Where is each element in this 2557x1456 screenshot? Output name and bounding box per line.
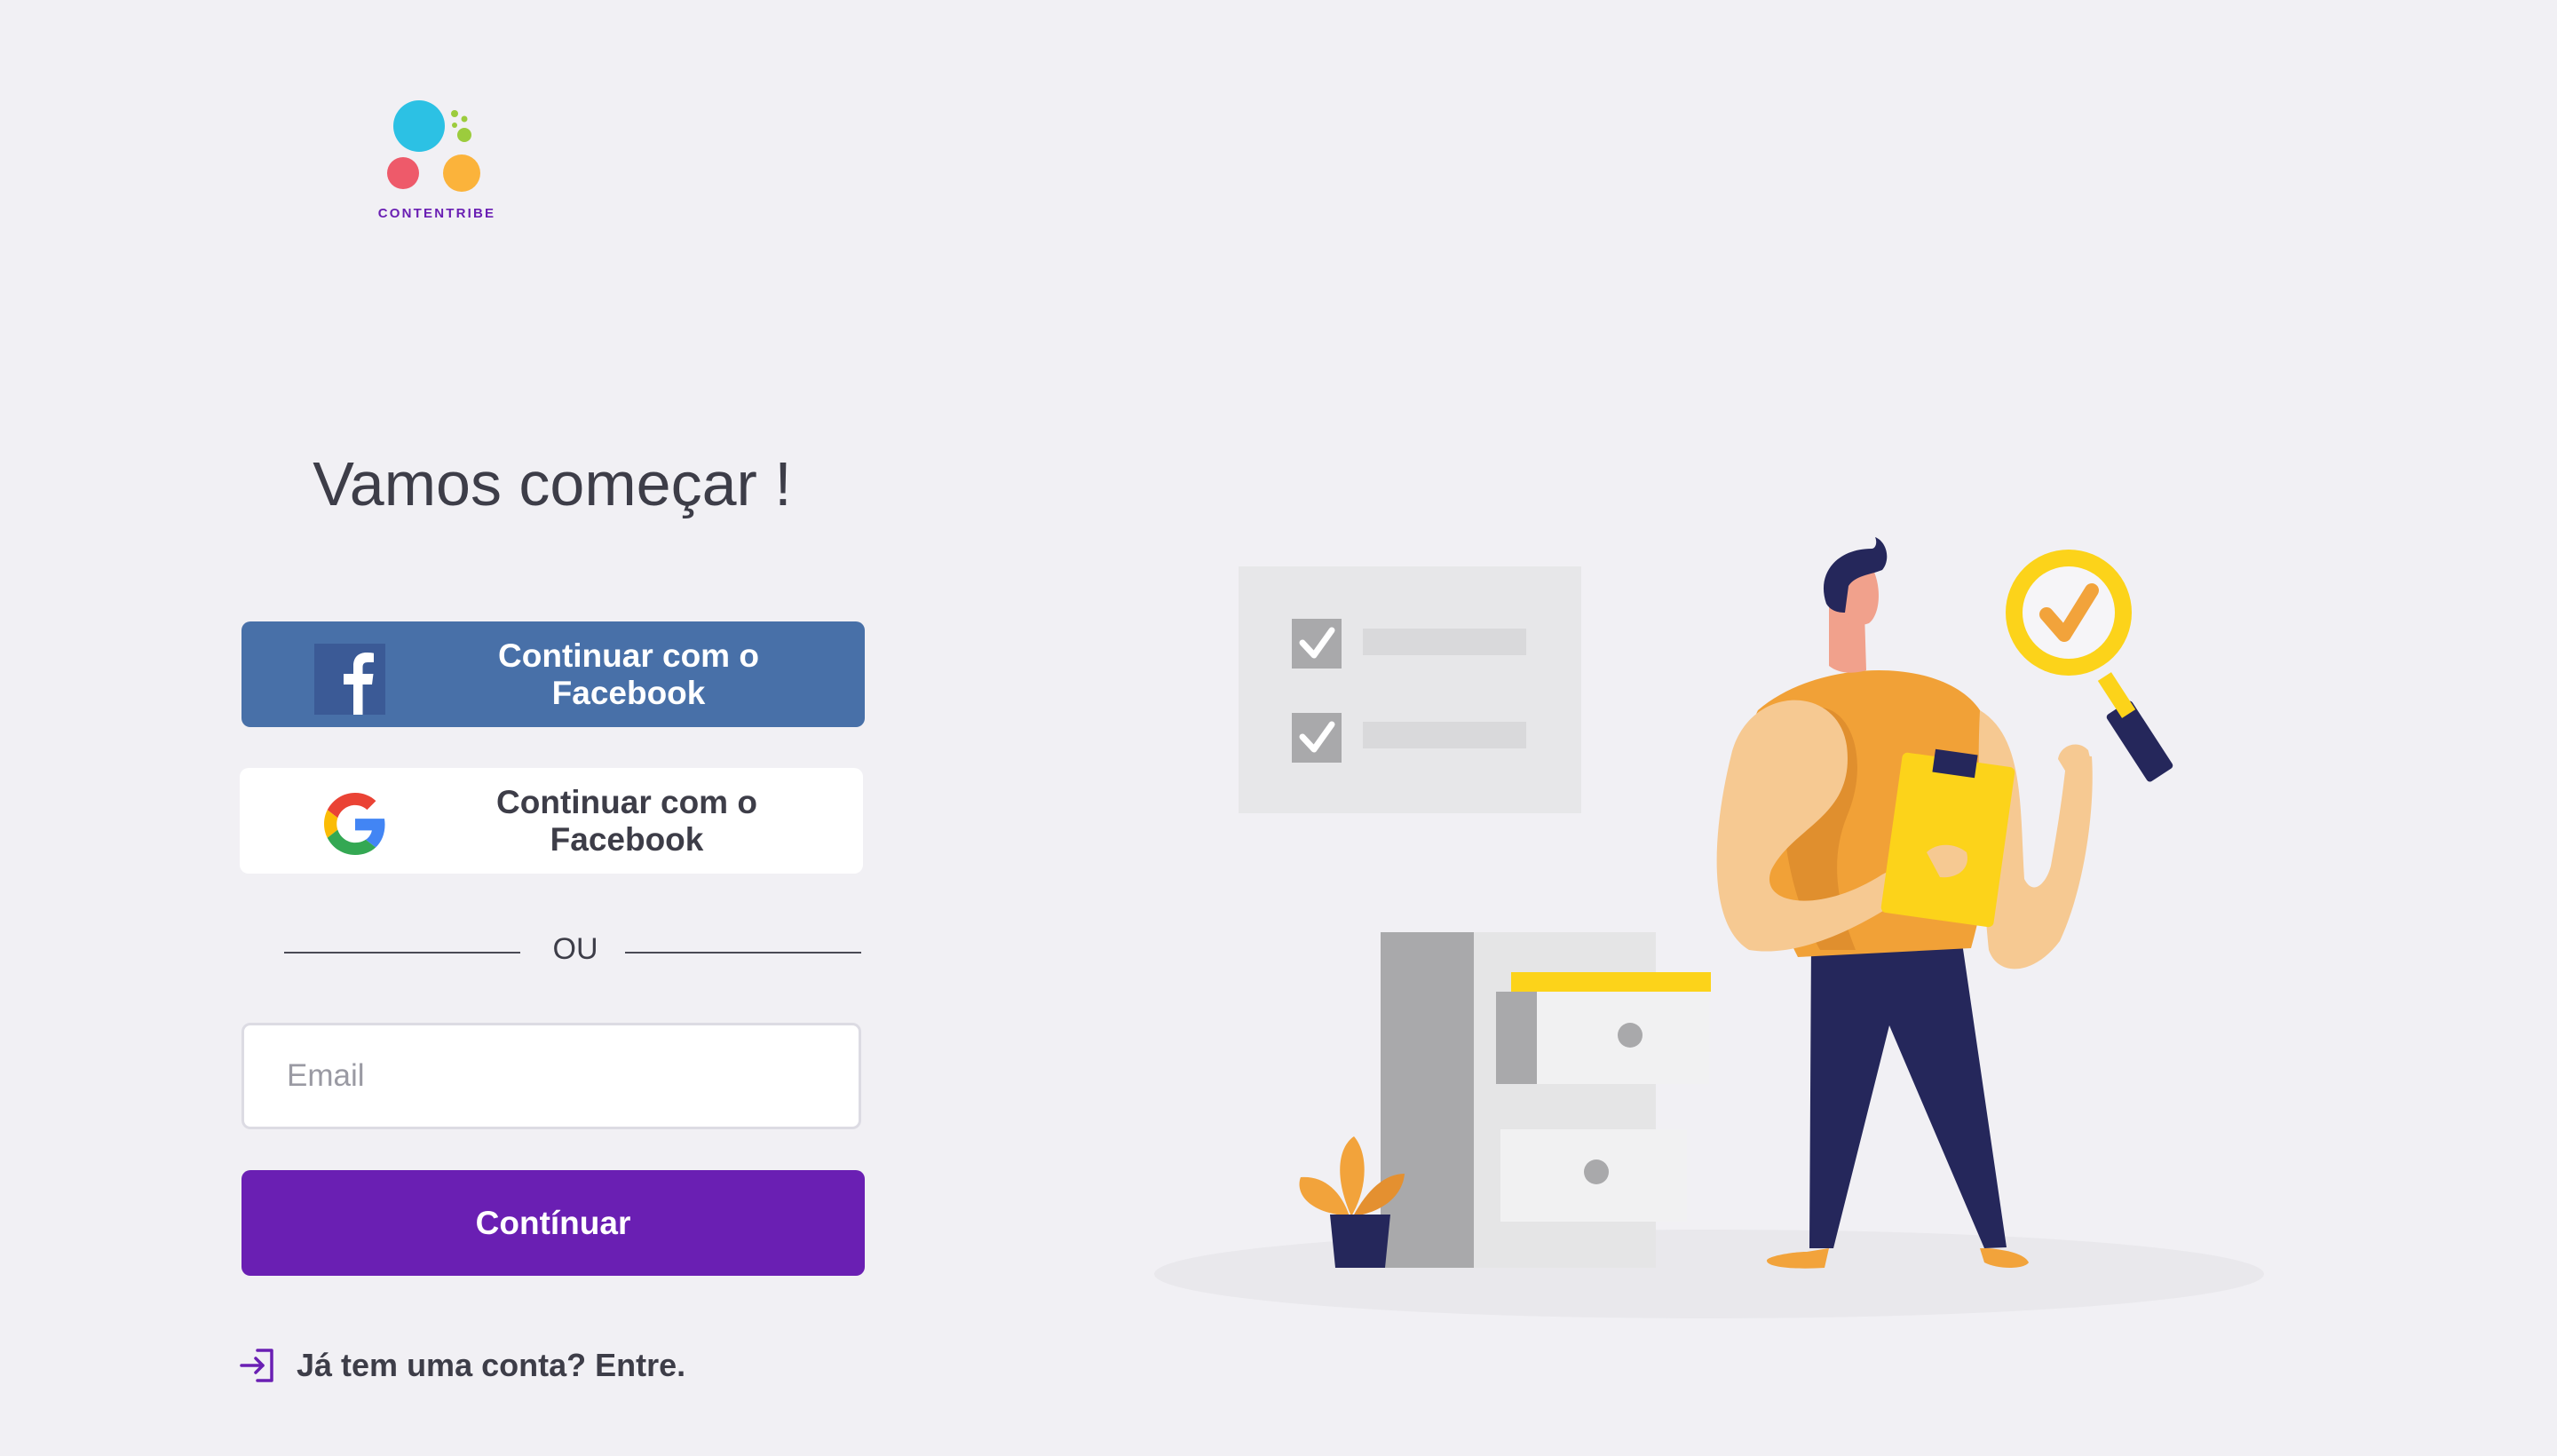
divider-text: OU	[552, 932, 598, 966]
divider-left	[284, 952, 520, 954]
google-login-button[interactable]: Continuar com o Facebook	[240, 768, 863, 874]
google-button-label: Continuar com o Facebook	[496, 783, 757, 858]
logo-icon	[387, 100, 480, 192]
facebook-login-button[interactable]: Continuar com o Facebook	[241, 621, 865, 727]
brand-name: CONTENTRIBE	[377, 206, 496, 221]
divider-right	[625, 952, 861, 954]
page-title: Vamos começar !	[313, 449, 792, 518]
checklist-card	[1239, 566, 1581, 813]
login-link-text: Já tem uma conta? Entre.	[297, 1347, 686, 1383]
continue-button[interactable]: Contínuar	[241, 1170, 865, 1276]
person-figure	[1716, 537, 2173, 1269]
facebook-icon	[314, 644, 385, 715]
email-input[interactable]	[241, 1023, 861, 1129]
brand-logo[interactable]: CONTENTRIBE	[373, 96, 497, 229]
google-icon	[324, 793, 386, 855]
file-cabinet	[1381, 932, 1711, 1268]
login-icon	[238, 1345, 279, 1386]
facebook-button-label: Continuar com o Facebook	[498, 637, 759, 711]
login-link[interactable]: Já tem uma conta? Entre.	[238, 1342, 685, 1389]
hero-illustration	[1145, 533, 2291, 1332]
ground-shadow	[1154, 1230, 2264, 1318]
